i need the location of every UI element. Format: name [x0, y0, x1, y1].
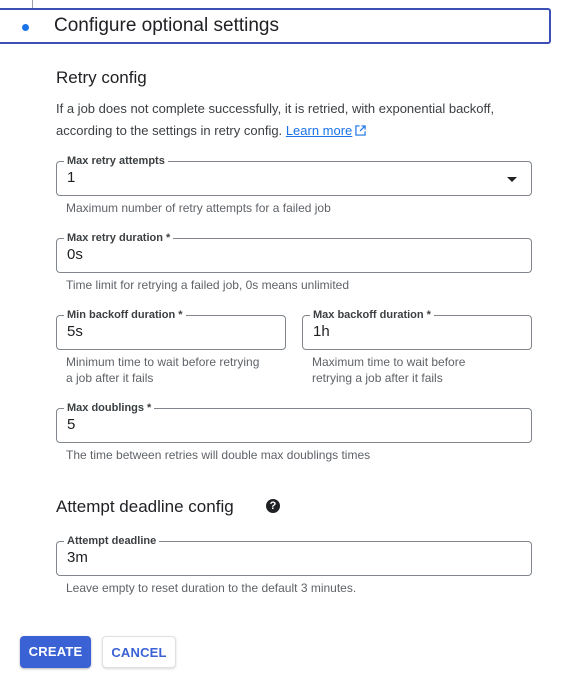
attempt-deadline-value: 3m — [67, 549, 88, 566]
retry-config-description: If a job does not complete successfully,… — [56, 98, 526, 142]
max-retry-attempts-label: Max retry attempts — [64, 153, 168, 169]
step-title: Configure optional settings — [54, 15, 279, 36]
attempt-deadline-label: Attempt deadline — [64, 533, 160, 549]
external-link-icon — [355, 125, 366, 136]
min-backoff-hint-line1: Minimum time to wait before retrying — [66, 355, 260, 369]
max-doublings-input[interactable]: Max doublings * 5 — [56, 400, 532, 443]
cancel-button[interactable]: CANCEL — [102, 636, 176, 668]
max-backoff-hint-line1: Maximum time to wait before — [312, 355, 466, 369]
stepper-line — [32, 0, 33, 8]
max-backoff-hint-line2: retrying a job after it fails — [312, 371, 443, 385]
max-retry-attempts-value: 1 — [67, 169, 76, 186]
max-retry-duration-value: 0s — [67, 246, 83, 263]
min-backoff-hint: Minimum time to wait before retrying a j… — [66, 354, 259, 386]
step-header[interactable]: Configure optional settings — [0, 8, 551, 44]
max-backoff-duration-input[interactable]: Max backoff duration * 1h — [302, 307, 532, 350]
max-backoff-duration-value: 1h — [313, 323, 330, 340]
retry-description-text: If a job does not complete successfully,… — [56, 101, 495, 138]
max-retry-duration-label: Max retry duration * — [64, 230, 174, 246]
retry-config-title: Retry config — [56, 68, 147, 87]
learn-more-link[interactable]: Learn more — [286, 123, 352, 138]
max-retry-attempts-select[interactable]: Max retry attempts 1 — [56, 153, 532, 196]
max-doublings-value: 5 — [67, 416, 76, 433]
min-backoff-duration-input[interactable]: Min backoff duration * 5s — [56, 307, 286, 350]
max-backoff-duration-label: Max backoff duration * — [310, 307, 434, 323]
min-backoff-hint-line2: a job after it fails — [66, 371, 154, 385]
create-button[interactable]: CREATE — [20, 636, 91, 668]
step-indicator-dot — [22, 24, 29, 31]
attempt-deadline-config-title: Attempt deadline config — [56, 497, 234, 516]
max-doublings-hint: The time between retries will double max… — [66, 448, 371, 462]
attempt-deadline-input[interactable]: Attempt deadline 3m — [56, 533, 532, 576]
max-backoff-hint: Maximum time to wait before retrying a j… — [312, 354, 465, 386]
help-icon[interactable]: ? — [266, 499, 280, 513]
attempt-deadline-hint: Leave empty to reset duration to the def… — [66, 581, 357, 595]
max-retry-duration-input[interactable]: Max retry duration * 0s — [56, 230, 532, 273]
max-retry-attempts-hint: Maximum number of retry attempts for a f… — [66, 201, 331, 215]
min-backoff-duration-label: Min backoff duration * — [64, 307, 186, 323]
max-doublings-label: Max doublings * — [64, 400, 155, 416]
min-backoff-duration-value: 5s — [67, 323, 83, 340]
dropdown-arrow-icon[interactable] — [507, 177, 517, 182]
max-retry-duration-hint: Time limit for retrying a failed job, 0s… — [66, 278, 349, 292]
